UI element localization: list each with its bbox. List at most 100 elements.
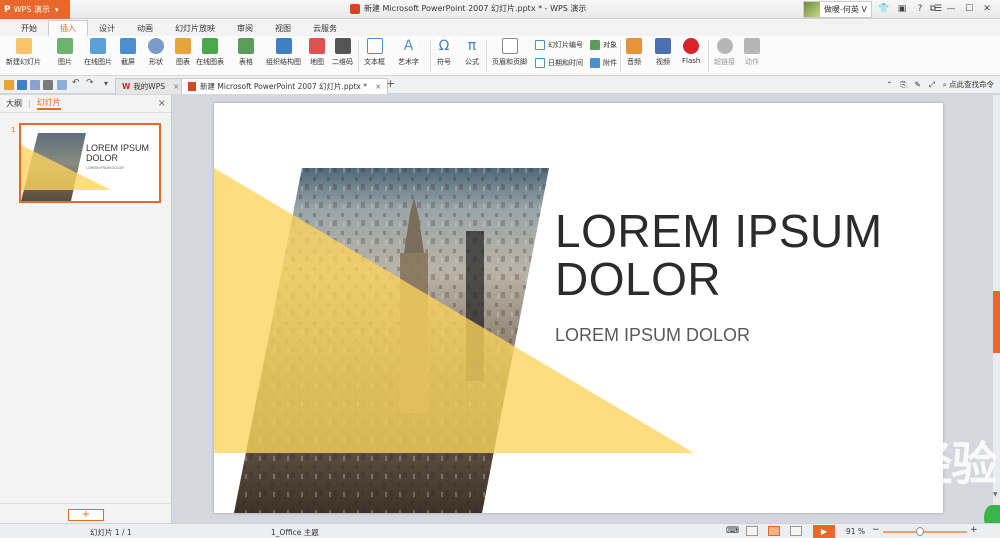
maximize-button[interactable]: ☐ [962,2,976,16]
screenshot-button[interactable]: 截屏 [120,38,136,67]
output-icon[interactable] [30,80,40,90]
tab-view[interactable]: 视图 [264,20,302,36]
close-button[interactable]: ✕ [980,2,994,16]
comment-icon[interactable]: ✎ [915,80,921,89]
expand-icon[interactable]: ⤢ [929,80,935,90]
close-icon[interactable]: × [158,98,166,109]
search-icon[interactable]: ⌕ [943,80,947,90]
online-chart-icon [202,38,218,54]
tab-my-wps[interactable]: W 我的WPS × [115,78,187,94]
table-icon [238,38,254,54]
slide-sorter-view-button[interactable] [768,526,780,536]
zoom-slider[interactable] [883,531,967,533]
thumb-title: LOREM IPSUM DOLOR [86,143,150,163]
app-menu-button[interactable]: P WPS 演示 ▾ [0,0,70,19]
hyperlink-button[interactable]: 超链接 [714,38,735,67]
tab-review[interactable]: 审阅 [226,20,264,36]
notes-icon[interactable]: ⌨ [726,526,739,536]
table-button[interactable]: 表格 [238,38,254,67]
wordart-button[interactable]: A 艺术字 [398,38,419,67]
zoom-out-button[interactable]: − [872,525,880,535]
pptx-file-icon [350,3,360,14]
zoom-in-button[interactable]: + [970,525,978,535]
ribbon-separator [358,40,359,72]
action-button[interactable]: 动作 [744,38,760,67]
tab-slides[interactable]: 幻灯片 [36,97,61,110]
bar-chart-icon [175,38,191,54]
window-controls: ⧉ — ☐ ✕ [922,2,994,16]
flash-button[interactable]: Flash [682,38,700,65]
preview-icon[interactable] [57,80,67,90]
slide-thumbnail[interactable]: LOREM IPSUM DOLOR LOREM IPSUM DOLOR [19,123,161,203]
tab-design[interactable]: 设计 [88,20,126,36]
header-footer-button[interactable]: 页眉和页脚 [492,38,527,67]
slide-subtitle[interactable]: LOREM IPSUM DOLOR [555,325,750,346]
wordart-icon: A [400,38,417,54]
org-chart-icon [275,38,292,54]
slide-number-button[interactable]: 幻灯片编号 [535,40,583,50]
find-command-link[interactable]: 点此查找命令 [949,79,994,90]
ribbon-separator [486,40,487,72]
attachment-button[interactable]: 附件 [590,58,617,68]
tab-outline[interactable]: 大纲 [6,98,22,109]
online-picture-button[interactable]: 在线图片 [84,38,112,67]
chart-button[interactable]: 图表 [175,38,191,67]
org-chart-button[interactable]: 组织结构图 [266,38,301,67]
tab-slideshow[interactable]: 幻灯片放映 [164,20,226,36]
formula-button[interactable]: π 公式 [464,38,480,67]
close-icon[interactable]: × [375,82,381,91]
tab-home[interactable]: 开始 [10,20,48,36]
tab-cloud[interactable]: 云服务 [302,20,348,36]
close-icon[interactable]: × [173,82,179,91]
picture-icon [57,38,73,54]
add-slide-button[interactable]: + [68,509,104,521]
minimize-button[interactable]: — [944,2,958,16]
panel-tabs: 大纲 | 幻灯片 × [0,95,171,113]
textbox-button[interactable]: 文本框 [364,38,385,67]
baidu-watermark-url: jingyan.baidu.com [768,495,897,512]
map-pin-icon [309,38,325,54]
theme-name: 1_Office 主题 [271,528,319,537]
new-tab-icon[interactable]: + [386,77,396,90]
slide-title[interactable]: LOREM IPSUM DOLOR [555,207,883,303]
qrcode-button[interactable]: 二维码 [332,38,353,67]
zoom-slider-knob[interactable] [916,527,924,536]
reading-view-button[interactable] [790,526,802,536]
collapse-icon[interactable]: ⌃ [886,80,892,89]
save-icon[interactable] [17,80,27,90]
date-time-button[interactable]: 日期和时间 [535,58,583,68]
tab-insert[interactable]: 插入 [48,20,88,36]
scroll-thumb[interactable] [993,291,1000,353]
skin-icon[interactable]: 👕 [877,2,891,16]
right-tools: ⌃ ⎘ ✎ ⤢ ⌕ 点此查找命令 [878,79,994,90]
open-icon[interactable] [4,80,14,90]
audio-button[interactable]: 音频 [626,38,642,67]
new-slide-button[interactable]: 新建幻灯片 [6,38,41,67]
print-icon[interactable] [43,80,53,90]
tab-animation[interactable]: 动画 [126,20,164,36]
shapes-button[interactable]: 形状 [148,38,164,67]
slideshow-play-button[interactable]: ▶ [813,525,835,538]
online-chart-button[interactable]: 在线图表 [196,38,224,67]
map-button[interactable]: 地图 [309,38,325,67]
chevron-down-icon[interactable]: ▾ [104,79,114,89]
tab-current-document[interactable]: 新建 Microsoft PowerPoint 2007 幻灯片.pptx * … [181,78,389,94]
video-button[interactable]: 视频 [655,38,671,67]
restore-panel-icon[interactable]: ⧉ [926,2,940,16]
undo-icon[interactable]: ↶ [72,78,82,88]
box-icon[interactable]: ▣ [895,2,909,16]
user-account[interactable]: 做暖-何英 V [803,1,872,18]
online-picture-icon [90,38,106,54]
redo-icon[interactable]: ↷ [86,78,96,88]
object-button[interactable]: 对象 [590,40,617,50]
scissors-icon [120,38,136,54]
symbol-button[interactable]: Ω 符号 [436,38,452,67]
textbox-icon [366,38,383,54]
share-icon[interactable]: ⎘ [901,80,907,90]
slides-panel: 大纲 | 幻灯片 × 1 LOREM IPSUM DOLOR LOREM IPS… [0,95,172,523]
status-bar: 幻灯片 1 / 1 1_Office 主题 ⌨ ▶ 91 % − + [0,523,1000,538]
ribbon-separator [708,40,709,72]
speaker-icon [626,38,642,54]
picture-button[interactable]: 图片 [57,38,73,67]
normal-view-button[interactable] [746,526,758,536]
